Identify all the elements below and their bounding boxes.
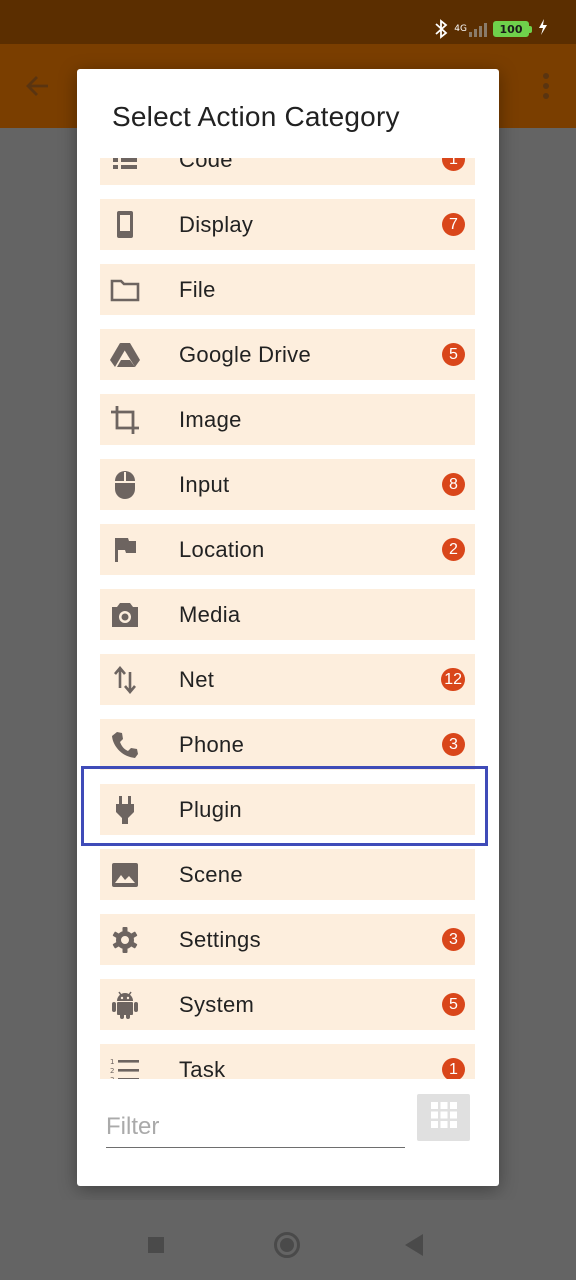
plug-icon <box>110 795 140 825</box>
list-item-label: Phone <box>179 732 245 757</box>
list-item-display[interactable]: Display 7 <box>100 199 475 250</box>
list-item-label: Media <box>179 602 241 627</box>
list-item-label: File <box>179 277 216 302</box>
count-badge: 2 <box>442 538 465 561</box>
list-item-media[interactable]: Media <box>100 589 475 640</box>
list-item-settings[interactable]: Settings 3 <box>100 914 475 965</box>
status-bar: 4G 100 <box>0 0 576 44</box>
phone-display-icon <box>110 210 140 240</box>
list-item-label: Task <box>179 1057 226 1079</box>
count-badge: 1 <box>442 1058 465 1079</box>
list-item-label: Display <box>179 212 254 237</box>
count-badge: 3 <box>442 733 465 756</box>
list-item-label: Plugin <box>179 797 242 822</box>
count-badge: 8 <box>442 473 465 496</box>
filter-input[interactable] <box>106 1106 405 1148</box>
list-item-label: Input <box>179 472 230 497</box>
list-item-label: System <box>179 992 255 1017</box>
network-type-label: 4G <box>454 23 467 34</box>
folder-icon <box>110 275 140 305</box>
back-triangle-icon[interactable] <box>405 1234 423 1256</box>
svg-text:2: 2 <box>110 1067 114 1075</box>
list-item-label: Image <box>179 407 242 432</box>
bluetooth-icon <box>434 19 448 39</box>
charging-icon <box>538 18 548 40</box>
phone-icon <box>110 730 140 760</box>
count-badge: 3 <box>442 928 465 951</box>
dialog-title: Select Action Category <box>112 101 400 132</box>
back-arrow-icon[interactable] <box>24 72 52 105</box>
android-icon <box>110 990 140 1020</box>
swap-vert-icon <box>110 665 140 695</box>
battery-icon: 100 <box>493 21 532 37</box>
list-item-input[interactable]: Input 8 <box>100 459 475 510</box>
list-item-image[interactable]: Image <box>100 394 475 445</box>
mouse-icon <box>110 470 140 500</box>
count-badge: 7 <box>442 213 465 236</box>
list-item-label: Google Drive <box>179 342 311 367</box>
image-icon <box>110 860 140 890</box>
code-list-icon <box>110 158 140 175</box>
list-item-file[interactable]: File <box>100 264 475 315</box>
status-icons: 4G 100 <box>434 16 548 42</box>
list-item-google-drive[interactable]: Google Drive 5 <box>100 329 475 380</box>
google-drive-icon <box>110 340 140 370</box>
signal-icon <box>469 21 487 37</box>
list-item-label: Code <box>179 158 233 172</box>
list-item-label: Location <box>179 537 265 562</box>
svg-text:1: 1 <box>110 1058 114 1066</box>
list-item-phone[interactable]: Phone 3 <box>100 719 475 770</box>
category-list[interactable]: Code 1 Display 7 File Google Drive 5 Ima… <box>100 158 476 1079</box>
list-item-plugin[interactable]: Plugin <box>100 784 475 835</box>
flag-icon <box>110 535 140 565</box>
home-circle-icon[interactable] <box>274 1232 300 1258</box>
task-list-icon: 123 <box>110 1055 140 1079</box>
list-item-scene[interactable]: Scene <box>100 849 475 900</box>
crop-icon <box>110 405 140 435</box>
list-item-label: Settings <box>179 927 261 952</box>
grid-icon <box>430 1101 458 1134</box>
battery-level: 100 <box>499 22 523 36</box>
recents-square-icon[interactable] <box>148 1237 164 1253</box>
count-badge: 5 <box>442 343 465 366</box>
list-item-location[interactable]: Location 2 <box>100 524 475 575</box>
select-action-category-dialog: Select Action Category Code 1 Display 7 … <box>77 69 499 1186</box>
grid-view-button[interactable] <box>417 1094 470 1141</box>
list-item-label: Net <box>179 667 215 692</box>
count-badge: 12 <box>441 668 465 691</box>
more-vert-icon[interactable] <box>542 72 550 105</box>
list-item-label: Scene <box>179 862 243 887</box>
count-badge: 5 <box>442 993 465 1016</box>
list-item-system[interactable]: System 5 <box>100 979 475 1030</box>
list-item-code[interactable]: Code 1 <box>100 158 475 185</box>
gear-icon <box>110 925 140 955</box>
navigation-bar <box>0 1200 576 1280</box>
list-item-task[interactable]: 123 Task 1 <box>100 1044 475 1079</box>
svg-text:3: 3 <box>110 1076 114 1079</box>
count-badge: 1 <box>442 158 465 171</box>
camera-icon <box>110 600 140 630</box>
list-item-net[interactable]: Net 12 <box>100 654 475 705</box>
